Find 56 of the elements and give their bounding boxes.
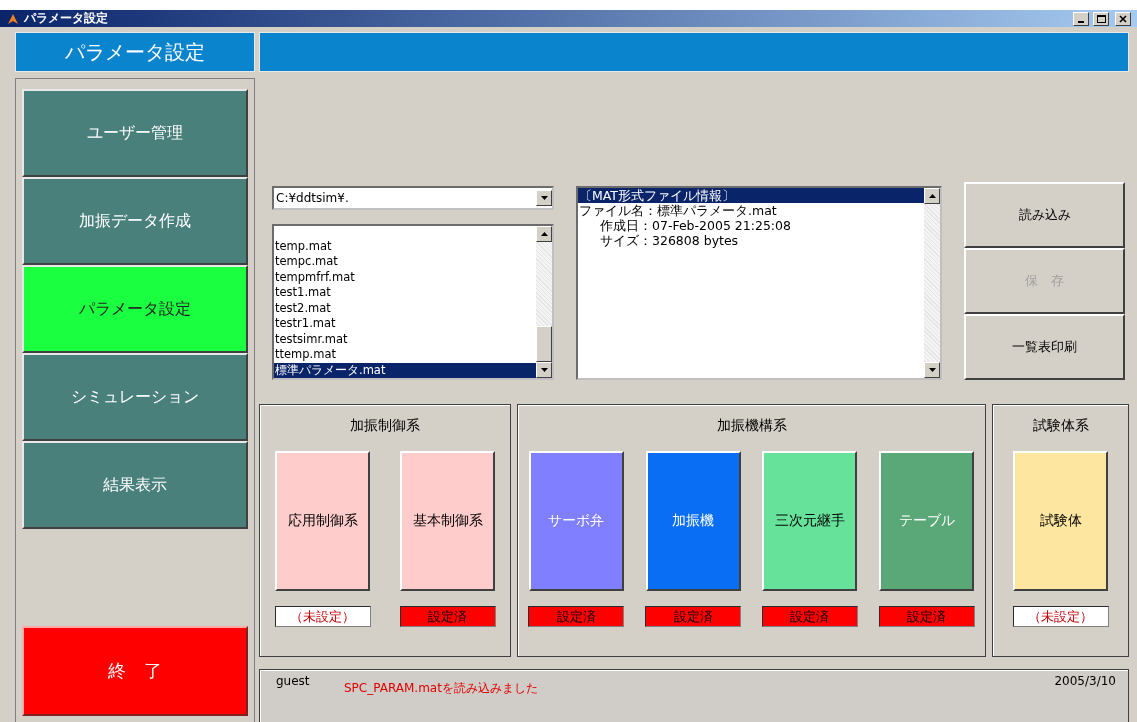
group-title: 加振制御系 — [350, 417, 420, 435]
info-line: サイズ：326808 bytes — [599, 233, 740, 248]
status-message: SPC_PARAM.matを読み込みました — [344, 680, 539, 697]
folder-dropdown[interactable]: C:¥ddtsim¥. — [272, 186, 554, 210]
nav-button[interactable]: 加振データ作成 — [22, 177, 248, 265]
scrollbar[interactable] — [536, 226, 552, 378]
component-button[interactable]: 三次元継手 — [762, 451, 858, 591]
file-list-item[interactable]: test1.mat — [274, 285, 536, 301]
maximize-button[interactable] — [1093, 11, 1109, 26]
close-button[interactable] — [1115, 11, 1131, 26]
user-name: guest — [276, 674, 311, 690]
group-title: 加振機構系 — [716, 417, 787, 435]
maximize-icon — [1096, 14, 1106, 23]
file-list-item[interactable]: tempc.mat — [274, 254, 536, 270]
up-arrow-icon — [540, 232, 548, 236]
status-label: （未設定） — [274, 606, 371, 627]
down-arrow-icon — [928, 368, 936, 372]
file-list-item[interactable]: test2.mat — [274, 300, 536, 316]
minimize-button[interactable] — [1073, 11, 1089, 26]
down-arrow-icon — [540, 196, 548, 200]
file-list-item[interactable]: testr1.mat — [274, 316, 536, 332]
window-title: パラメータ設定 — [24, 10, 109, 27]
info-line: ファイル名：標準パラメータ.mat — [578, 203, 778, 218]
component-button[interactable]: 加振機 — [645, 451, 741, 591]
action-button[interactable]: 一覧表印刷 — [964, 314, 1125, 380]
up-arrow-icon — [928, 194, 936, 198]
status-label: 設定済 — [399, 606, 496, 627]
file-list-item[interactable]: ttemp.mat — [274, 347, 536, 363]
component-button[interactable]: 基本制御系 — [400, 451, 495, 591]
down-arrow-icon — [540, 368, 548, 372]
action-button[interactable]: 読み込み — [964, 182, 1125, 248]
nav-button[interactable]: ユーザー管理 — [22, 89, 248, 177]
group-title: 試験体系 — [1032, 417, 1089, 435]
screen-header: パラメータ設定 — [15, 32, 255, 72]
status-date: 2005/3/10 — [1054, 674, 1116, 690]
file-list-item[interactable]: temp.mat — [274, 238, 536, 254]
exit-button[interactable]: 終 了 — [22, 626, 248, 716]
file-list-item[interactable]: testsimr.mat — [274, 331, 536, 347]
nav-button[interactable]: 結果表示 — [22, 441, 248, 529]
component-button[interactable]: 応用制御系 — [275, 451, 370, 591]
status-label: 設定済 — [761, 606, 858, 627]
minimize-icon — [1078, 20, 1084, 23]
nav-button[interactable]: パラメータ設定 — [22, 265, 248, 353]
status-label: 設定済 — [528, 606, 625, 627]
scrollbar[interactable] — [924, 188, 940, 378]
scroll-thumb[interactable] — [536, 326, 552, 362]
component-button[interactable]: 試験体 — [1013, 451, 1108, 591]
info-line: 作成日：07-Feb-2005 21:25:08 — [599, 218, 792, 233]
close-icon — [1119, 14, 1127, 23]
nav-button[interactable]: シミュレーション — [22, 353, 248, 441]
file-list[interactable]: temp.mat tempc.mat tempmfrf.mat test1.mat test2.mat testr1.mat testsimr.mat ttemp.mat 標準パラメータ.mat — [272, 224, 554, 380]
file-list-item[interactable]: 標準パラメータ.mat — [274, 362, 536, 378]
status-label: 設定済 — [878, 606, 975, 627]
status-label: 設定済 — [645, 606, 742, 627]
status-label: （未設定） — [1012, 606, 1109, 627]
file-list-item[interactable]: tempmfrf.mat — [274, 269, 536, 285]
